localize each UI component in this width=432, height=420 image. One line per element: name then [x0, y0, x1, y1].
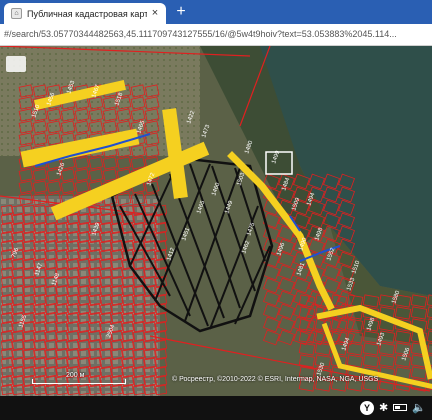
layers-control-button[interactable]: [6, 56, 26, 72]
scale-bar: [32, 379, 126, 384]
map-canvas[interactable]: 1422147314651518146714531456151014721426…: [0, 46, 432, 396]
tab-cadastral-map[interactable]: ⌂ Публичная кадастровая карта ×: [4, 3, 166, 24]
cadastral-map[interactable]: 1422 1473 1465 1518 1467 1453 1456 1510 1472 1426…: [0, 46, 432, 396]
browser-tab-bar: ⌂ Публичная кадастровая карта × +: [0, 0, 432, 24]
favicon-icon: ⌂: [11, 8, 22, 19]
url-text: #/search/53.05770344482563,45.1117097431…: [4, 29, 397, 39]
map-attribution: © Росреестр, ©2010-2022 © ESRI, Intermap…: [172, 376, 379, 383]
volume-icon[interactable]: 🔈: [412, 401, 426, 415]
address-bar[interactable]: #/search/53.05770344482563,45.1117097431…: [0, 24, 432, 46]
new-tab-button[interactable]: +: [172, 3, 190, 21]
yandex-tray-icon[interactable]: Y: [360, 401, 374, 415]
tab-title: Публичная кадастровая карта: [27, 8, 147, 19]
tab-close-icon[interactable]: ×: [149, 7, 161, 19]
bluetooth-icon[interactable]: ✱: [379, 401, 388, 415]
taskbar: Y ✱ 🔈: [0, 396, 432, 420]
scale-label: 200 м: [66, 372, 85, 379]
battery-icon[interactable]: [393, 404, 407, 411]
